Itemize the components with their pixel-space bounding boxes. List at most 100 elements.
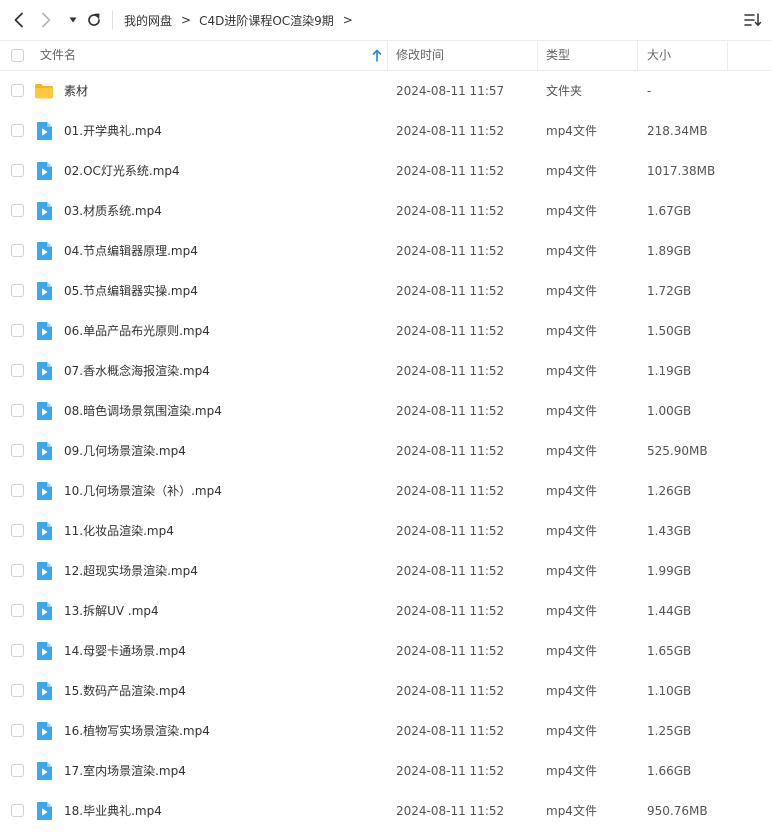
column-header-type[interactable]: 类型: [546, 41, 570, 70]
file-row[interactable]: 07.香水概念海报渲染.mp4 2024-08-11 11:52 mp4文件 1.19…: [0, 351, 772, 391]
file-modified-time: 2024-08-11 11:52: [396, 764, 505, 778]
row-checkbox[interactable]: [11, 204, 24, 217]
toolbar-divider: [112, 11, 113, 29]
file-row[interactable]: 02.OC灯光系统.mp4 2024-08-11 11:52 mp4文件 1017.3…: [0, 151, 772, 191]
column-divider[interactable]: [637, 41, 638, 70]
file-type: mp4文件: [546, 684, 597, 698]
file-row[interactable]: 素材 2024-08-11 11:57 文件夹 -: [0, 71, 772, 111]
file-type: mp4文件: [546, 484, 597, 498]
sort-ascending-icon[interactable]: [372, 49, 382, 62]
file-type: 文件夹: [546, 84, 583, 98]
video-file-icon: [34, 721, 54, 741]
row-checkbox[interactable]: [11, 124, 24, 137]
column-header-name[interactable]: 文件名: [40, 41, 76, 70]
file-name[interactable]: 素材: [64, 71, 88, 111]
file-name[interactable]: 07.香水概念海报渲染.mp4: [64, 351, 210, 391]
file-modified-time: 2024-08-11 11:52: [396, 484, 505, 498]
row-checkbox[interactable]: [11, 324, 24, 337]
file-name[interactable]: 03.材质系统.mp4: [64, 191, 162, 231]
file-type: mp4文件: [546, 764, 597, 778]
file-name[interactable]: 12.超现实场景渲染.mp4: [64, 551, 198, 591]
file-name[interactable]: 06.单品产品布光原则.mp4: [64, 311, 210, 351]
file-modified-time: 2024-08-11 11:52: [396, 804, 505, 818]
row-checkbox[interactable]: [11, 404, 24, 417]
column-divider[interactable]: [387, 41, 388, 70]
chevron-left-icon: [14, 12, 23, 28]
file-name[interactable]: 02.OC灯光系统.mp4: [64, 151, 180, 191]
file-row[interactable]: 06.单品产品布光原则.mp4 2024-08-11 11:52 mp4文件 1.50…: [0, 311, 772, 351]
select-all-checkbox[interactable]: [11, 49, 24, 62]
video-file-icon: [34, 401, 54, 421]
row-checkbox[interactable]: [11, 764, 24, 777]
file-row[interactable]: 01.开学典礼.mp4 2024-08-11 11:52 mp4文件 218.34MB: [0, 111, 772, 151]
video-file-icon: [34, 361, 54, 381]
file-name[interactable]: 11.化妆品渲染.mp4: [64, 511, 174, 551]
file-row[interactable]: 09.几何场景渲染.mp4 2024-08-11 11:52 mp4文件 525.90…: [0, 431, 772, 471]
forward-button[interactable]: [36, 10, 56, 30]
column-divider[interactable]: [537, 41, 538, 70]
video-file-icon: [34, 121, 54, 141]
file-name[interactable]: 17.室内场景渲染.mp4: [64, 751, 186, 791]
column-header-modified[interactable]: 修改时间: [396, 41, 444, 70]
file-type: mp4文件: [546, 724, 597, 738]
file-modified-time: 2024-08-11 11:52: [396, 204, 505, 218]
row-checkbox[interactable]: [11, 644, 24, 657]
file-row[interactable]: 12.超现实场景渲染.mp4 2024-08-11 11:52 mp4文件 1.99G…: [0, 551, 772, 591]
column-divider[interactable]: [727, 41, 728, 70]
row-checkbox[interactable]: [11, 484, 24, 497]
row-checkbox[interactable]: [11, 84, 24, 97]
refresh-button[interactable]: [84, 10, 104, 30]
video-file-icon: [34, 281, 54, 301]
breadcrumb-separator: >: [181, 13, 192, 27]
file-row[interactable]: 08.暗色调场景氛围渲染.mp4 2024-08-11 11:52 mp4文件 1.0…: [0, 391, 772, 431]
row-checkbox[interactable]: [11, 244, 24, 257]
breadcrumb-item-root[interactable]: 我的网盘: [124, 12, 172, 29]
row-checkbox[interactable]: [11, 164, 24, 177]
file-row[interactable]: 16.植物写实场景渲染.mp4 2024-08-11 11:52 mp4文件 1.25…: [0, 711, 772, 751]
back-button[interactable]: [9, 10, 29, 30]
file-row[interactable]: 10.几何场景渲染（补）.mp4 2024-08-11 11:52 mp4文件 1.2…: [0, 471, 772, 511]
file-row[interactable]: 05.节点编辑器实操.mp4 2024-08-11 11:52 mp4文件 1.72G…: [0, 271, 772, 311]
breadcrumb-item-current[interactable]: C4D进阶课程OC渲染9期: [199, 12, 334, 29]
file-row[interactable]: 13.拆解UV .mp4 2024-08-11 11:52 mp4文件 1.44GB: [0, 591, 772, 631]
file-row[interactable]: 14.母婴卡通场景.mp4 2024-08-11 11:52 mp4文件 1.65GB: [0, 631, 772, 671]
row-checkbox[interactable]: [11, 684, 24, 697]
file-name[interactable]: 13.拆解UV .mp4: [64, 591, 159, 631]
file-name[interactable]: 15.数码产品渲染.mp4: [64, 671, 186, 711]
row-checkbox[interactable]: [11, 524, 24, 537]
row-checkbox[interactable]: [11, 364, 24, 377]
file-name[interactable]: 09.几何场景渲染.mp4: [64, 431, 186, 471]
row-checkbox[interactable]: [11, 284, 24, 297]
file-modified-time: 2024-08-11 11:57: [396, 84, 505, 98]
file-name[interactable]: 05.节点编辑器实操.mp4: [64, 271, 198, 311]
file-row[interactable]: 18.毕业典礼.mp4 2024-08-11 11:52 mp4文件 950.76MB: [0, 791, 772, 831]
file-type: mp4文件: [546, 204, 597, 218]
file-name[interactable]: 14.母婴卡通场景.mp4: [64, 631, 186, 671]
row-checkbox[interactable]: [11, 564, 24, 577]
file-name[interactable]: 04.节点编辑器原理.mp4: [64, 231, 198, 271]
row-checkbox[interactable]: [11, 604, 24, 617]
file-name[interactable]: 16.植物写实场景渲染.mp4: [64, 711, 210, 751]
file-size: 1.99GB: [647, 564, 692, 578]
column-header-size[interactable]: 大小: [647, 41, 671, 70]
row-checkbox[interactable]: [11, 804, 24, 817]
file-size: 1.44GB: [647, 604, 692, 618]
row-checkbox[interactable]: [11, 444, 24, 457]
file-name[interactable]: 18.毕业典礼.mp4: [64, 791, 162, 831]
file-name[interactable]: 01.开学典礼.mp4: [64, 111, 162, 151]
sort-menu-button[interactable]: [744, 12, 762, 28]
file-size: 1.72GB: [647, 284, 692, 298]
file-row[interactable]: 04.节点编辑器原理.mp4 2024-08-11 11:52 mp4文件 1.89G…: [0, 231, 772, 271]
file-row[interactable]: 17.室内场景渲染.mp4 2024-08-11 11:52 mp4文件 1.66GB: [0, 751, 772, 791]
file-name[interactable]: 10.几何场景渲染（补）.mp4: [64, 471, 222, 511]
file-row[interactable]: 15.数码产品渲染.mp4 2024-08-11 11:52 mp4文件 1.10GB: [0, 671, 772, 711]
file-row[interactable]: 11.化妆品渲染.mp4 2024-08-11 11:52 mp4文件 1.43GB: [0, 511, 772, 551]
history-dropdown-button[interactable]: [63, 10, 83, 30]
file-name[interactable]: 08.暗色调场景氛围渲染.mp4: [64, 391, 222, 431]
video-file-icon: [34, 601, 54, 621]
row-checkbox[interactable]: [11, 724, 24, 737]
breadcrumb: 我的网盘 > C4D进阶课程OC渲染9期 >: [124, 11, 361, 29]
file-row[interactable]: 03.材质系统.mp4 2024-08-11 11:52 mp4文件 1.67GB: [0, 191, 772, 231]
video-file-icon: [34, 801, 54, 821]
file-type: mp4文件: [546, 124, 597, 138]
